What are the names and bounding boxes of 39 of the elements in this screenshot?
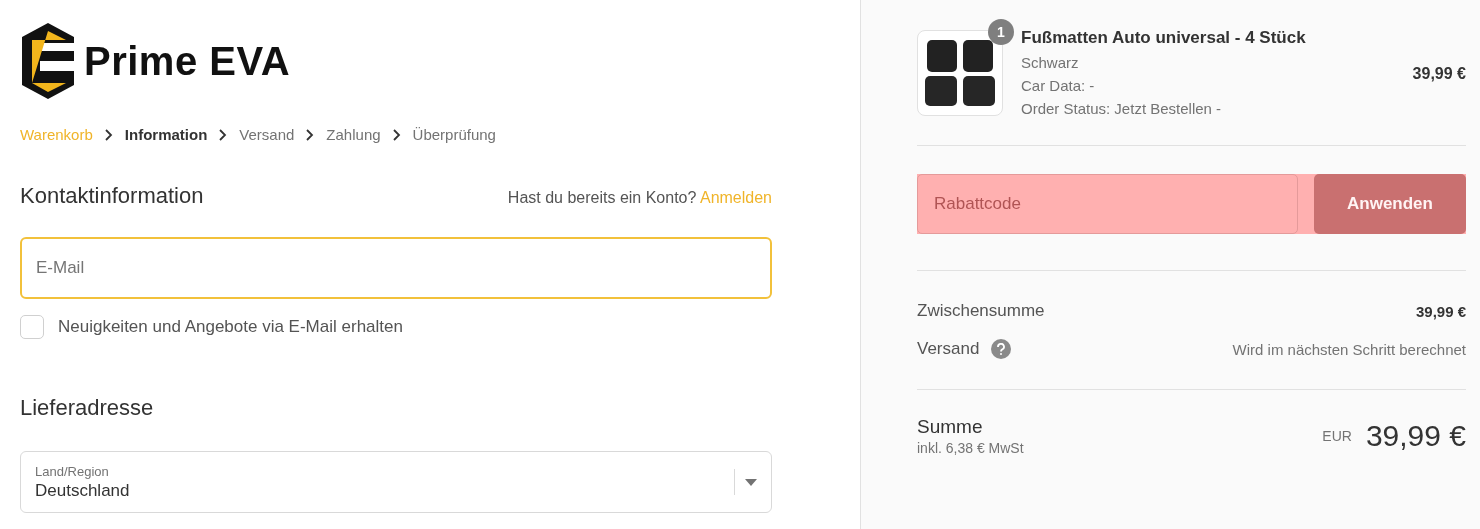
subtotal-label: Zwischensumme	[917, 301, 1045, 321]
login-link[interactable]: Anmelden	[699, 189, 772, 206]
checkbox-label: Neuigkeiten und Angebote via E-Mail erhalten	[58, 317, 403, 337]
chevron-right-icon	[392, 128, 401, 141]
chevron-right-icon	[219, 128, 228, 141]
apply-button[interactable]: Anwenden	[1314, 174, 1466, 234]
subtotal-value: 39,99 €	[1415, 302, 1466, 320]
product-variant: Schwarz	[1021, 54, 1080, 71]
product-name: Fußmatten Auto universal - 4 Stück	[1021, 28, 1307, 48]
email-field[interactable]: E-Mail	[20, 237, 772, 299]
logo-icon	[20, 21, 76, 101]
breadcrumb-step: Überprüfung	[412, 126, 496, 143]
section-title: Kontaktinformation	[20, 183, 204, 209]
product-price: 39,99 €	[1412, 64, 1466, 83]
section-title: Lieferadresse	[20, 395, 155, 421]
product-detail: Car Data: -	[1021, 77, 1096, 94]
discount-field[interactable]: Rabattcode	[917, 174, 1298, 234]
currency-code: EUR	[1322, 428, 1352, 444]
breadcrumb-step: Zahlung	[326, 126, 381, 143]
logo-text: Prime EVA	[84, 38, 291, 84]
help-icon[interactable]	[991, 339, 1012, 359]
chevron-right-icon	[306, 128, 315, 141]
checkbox[interactable]	[20, 315, 44, 339]
chevron-right-icon	[104, 128, 113, 141]
shipping-value: Wird im nächsten Schritt berechnet	[1232, 340, 1466, 358]
breadcrumb-step[interactable]: Warenkorb	[20, 126, 93, 143]
select-value: Deutschland	[35, 480, 131, 501]
breadcrumb-step: Versand	[239, 126, 295, 143]
product-detail: Order Status: Jetzt Bestellen -	[1021, 100, 1223, 117]
tax-note: inkl. 6,38 € MwSt	[917, 440, 1024, 456]
quantity-badge: 1	[988, 19, 1014, 45]
caret-icon	[745, 478, 757, 486]
total-value: 39,99 €	[1365, 419, 1466, 453]
country-select[interactable]: Land/Region Deutschland	[20, 451, 772, 513]
shipping-label: Versand	[917, 339, 980, 359]
account-prompt: Hast du bereits ein Konto? Anmelden	[507, 189, 772, 207]
select-label: Land/Region	[35, 463, 110, 479]
breadcrumb-step: Information	[124, 126, 208, 143]
total-label: Summe	[917, 416, 984, 438]
